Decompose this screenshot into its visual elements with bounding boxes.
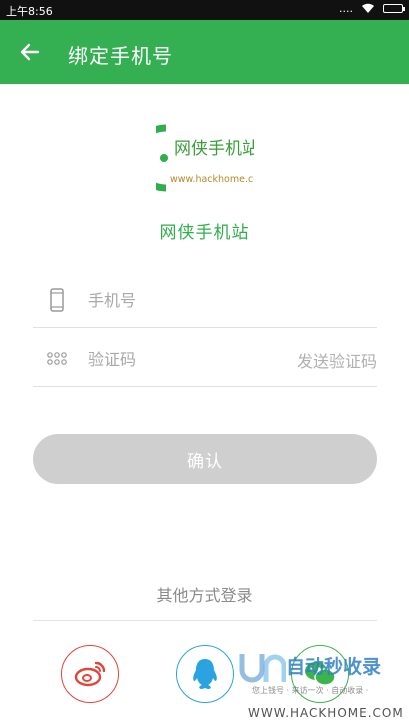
watermark-subtitle: 您上钱号 · 来访一次 · 自动收录 · (252, 686, 369, 695)
send-code-button[interactable]: 发送验证码 (297, 348, 377, 372)
weibo-icon (74, 661, 106, 687)
status-icons: .... (339, 2, 405, 15)
status-time: 上午8:56 (6, 5, 53, 18)
divider (33, 620, 377, 621)
arrow-left-icon (20, 43, 40, 61)
logo-graphic: 网侠手机站 www.hackhome.com (132, 120, 268, 196)
watermark-url: WWW.HACKHOME.COM (248, 706, 404, 720)
battery-icon (383, 4, 405, 13)
status-bar: 上午8:56 .... (0, 0, 409, 20)
app-logo: 网侠手机站 www.hackhome.com (132, 120, 268, 196)
phone-field (33, 272, 377, 328)
app-bar: 绑定手机号 (0, 20, 409, 84)
qq-penguin-icon (193, 659, 217, 689)
brand-name: 网侠手机站 (159, 223, 250, 243)
watermark-title: 自动秒收录 (286, 656, 382, 678)
code-field: 发送验证码 (33, 331, 377, 387)
confirm-button[interactable]: 确认 (33, 434, 377, 484)
logo-text: 网侠手机站 (174, 139, 254, 159)
watermark-logo-icon (239, 654, 286, 683)
phone-icon (50, 288, 64, 312)
other-login-title: 其他方式登录 (156, 586, 253, 605)
weibo-login-button[interactable] (61, 645, 119, 703)
dots-grid-icon (47, 352, 67, 365)
signal-icon: .... (339, 2, 353, 15)
logo-url: www.hackhome.com (170, 174, 254, 185)
back-button[interactable] (10, 32, 50, 72)
page-title: 绑定手机号 (68, 44, 173, 68)
watermark: 自动秒收录 您上钱号 · 来访一次 · 自动收录 · WWW.HACKHOME.… (236, 648, 406, 726)
qq-login-button[interactable] (176, 645, 234, 703)
wifi-icon (362, 3, 374, 13)
phone-input[interactable] (88, 288, 288, 312)
code-input[interactable] (88, 347, 288, 371)
